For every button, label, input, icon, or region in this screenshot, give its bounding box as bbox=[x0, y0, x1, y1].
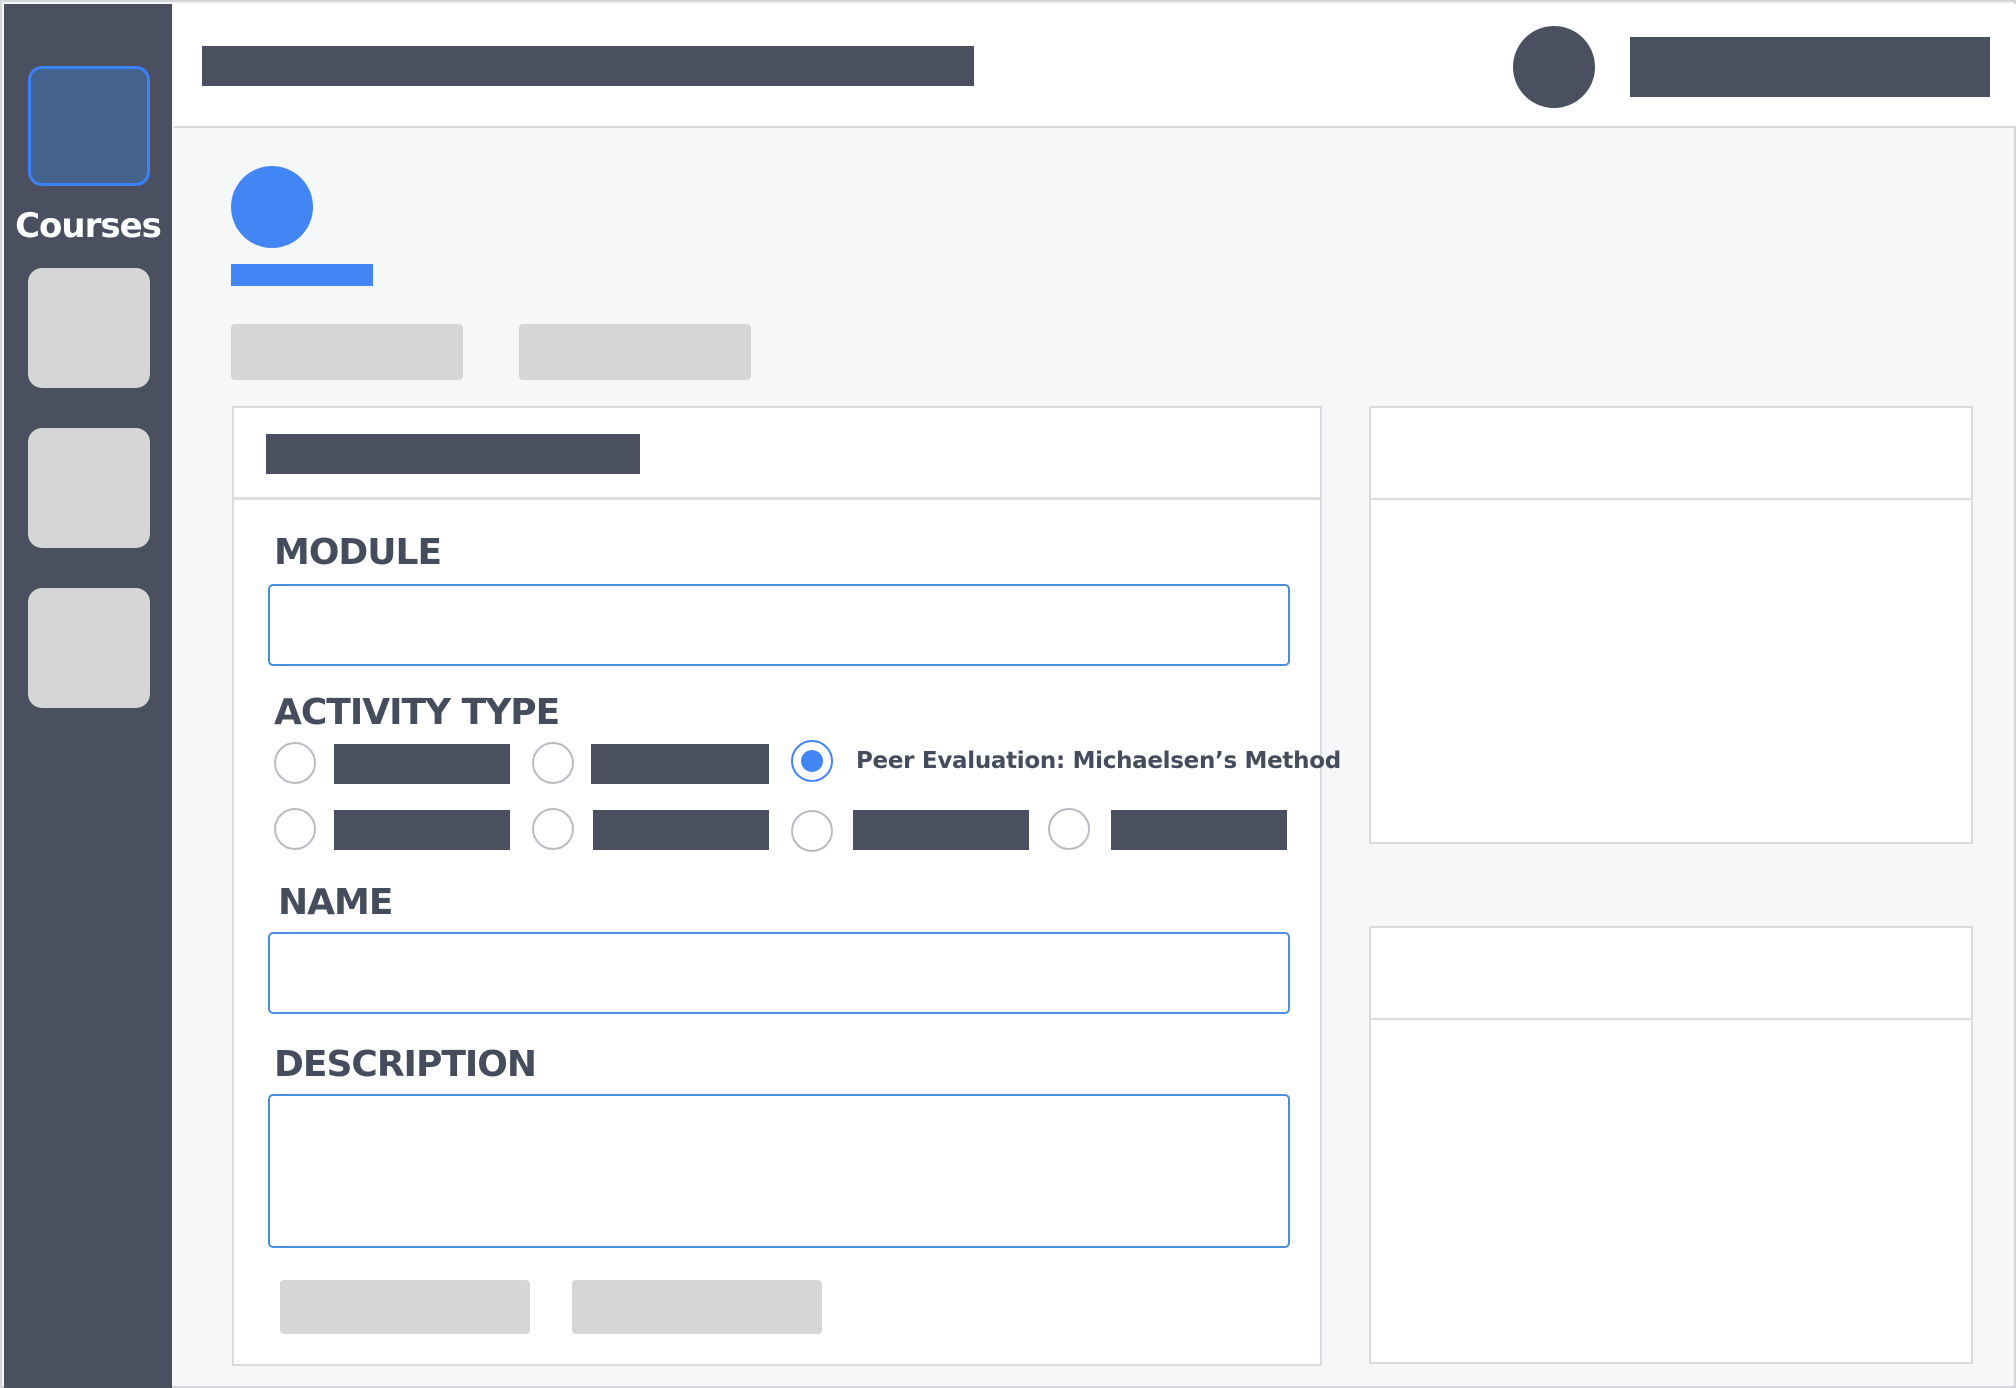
user-avatar[interactable] bbox=[1513, 26, 1595, 108]
header-title-placeholder bbox=[202, 46, 974, 86]
form-button-2[interactable] bbox=[572, 1280, 822, 1334]
activity-form-card: MODULE ACTIVITY TYPE Peer Evaluation: Mi… bbox=[232, 406, 1341, 1366]
activity-type-option-2-label bbox=[591, 744, 769, 784]
side-panel-1-header bbox=[1371, 408, 1971, 500]
sidebar-item-courses-icon[interactable] bbox=[28, 66, 150, 186]
activity-type-radio-6[interactable] bbox=[791, 810, 833, 852]
description-label: DESCRIPTION bbox=[274, 1044, 537, 1085]
sidebar-item-3[interactable] bbox=[28, 428, 150, 548]
activity-type-option-peer-evaluation-label[interactable]: Peer Evaluation: Michaelsen’s Method bbox=[856, 748, 1341, 774]
activity-type-option-1-label bbox=[334, 744, 510, 784]
module-input[interactable] bbox=[268, 584, 1290, 666]
activity-type-option-4-label bbox=[334, 810, 510, 850]
toolbar-button-2[interactable] bbox=[519, 324, 751, 380]
activity-type-radio-2[interactable] bbox=[532, 742, 574, 784]
module-label: MODULE bbox=[274, 532, 442, 573]
page-icon bbox=[231, 166, 313, 248]
sidebar-item-courses-label[interactable]: Courses bbox=[4, 206, 172, 246]
top-header bbox=[174, 4, 2016, 128]
description-textarea[interactable] bbox=[268, 1094, 1290, 1248]
user-name-placeholder[interactable] bbox=[1630, 37, 1990, 97]
activity-type-option-6-label bbox=[853, 810, 1029, 850]
sidebar-item-4[interactable] bbox=[28, 588, 150, 708]
activity-type-radio-1[interactable] bbox=[274, 742, 316, 784]
side-panel-2 bbox=[1369, 926, 1973, 1364]
activity-type-option-5-label bbox=[593, 810, 769, 850]
side-panel-1 bbox=[1369, 406, 1973, 844]
activity-type-label: ACTIVITY TYPE bbox=[274, 692, 560, 733]
activity-type-radio-7[interactable] bbox=[1048, 808, 1090, 850]
name-label: NAME bbox=[278, 882, 393, 923]
side-panel-2-header bbox=[1371, 928, 1971, 1020]
page-title-placeholder bbox=[231, 264, 373, 286]
toolbar-button-1[interactable] bbox=[231, 324, 463, 380]
activity-type-radio-peer-evaluation[interactable] bbox=[791, 740, 833, 782]
card-header bbox=[234, 408, 1320, 500]
app-window: Courses MODULE ACTIVITY TYPE Peer Evalua… bbox=[0, 0, 2016, 1388]
form-button-1[interactable] bbox=[280, 1280, 530, 1334]
name-input[interactable] bbox=[268, 932, 1290, 1014]
card-title-placeholder bbox=[266, 434, 640, 474]
sidebar-item-2[interactable] bbox=[28, 268, 150, 388]
activity-type-option-7-label bbox=[1111, 810, 1287, 850]
sidebar: Courses bbox=[4, 4, 172, 1388]
activity-type-radio-5[interactable] bbox=[532, 808, 574, 850]
activity-type-radio-4[interactable] bbox=[274, 808, 316, 850]
